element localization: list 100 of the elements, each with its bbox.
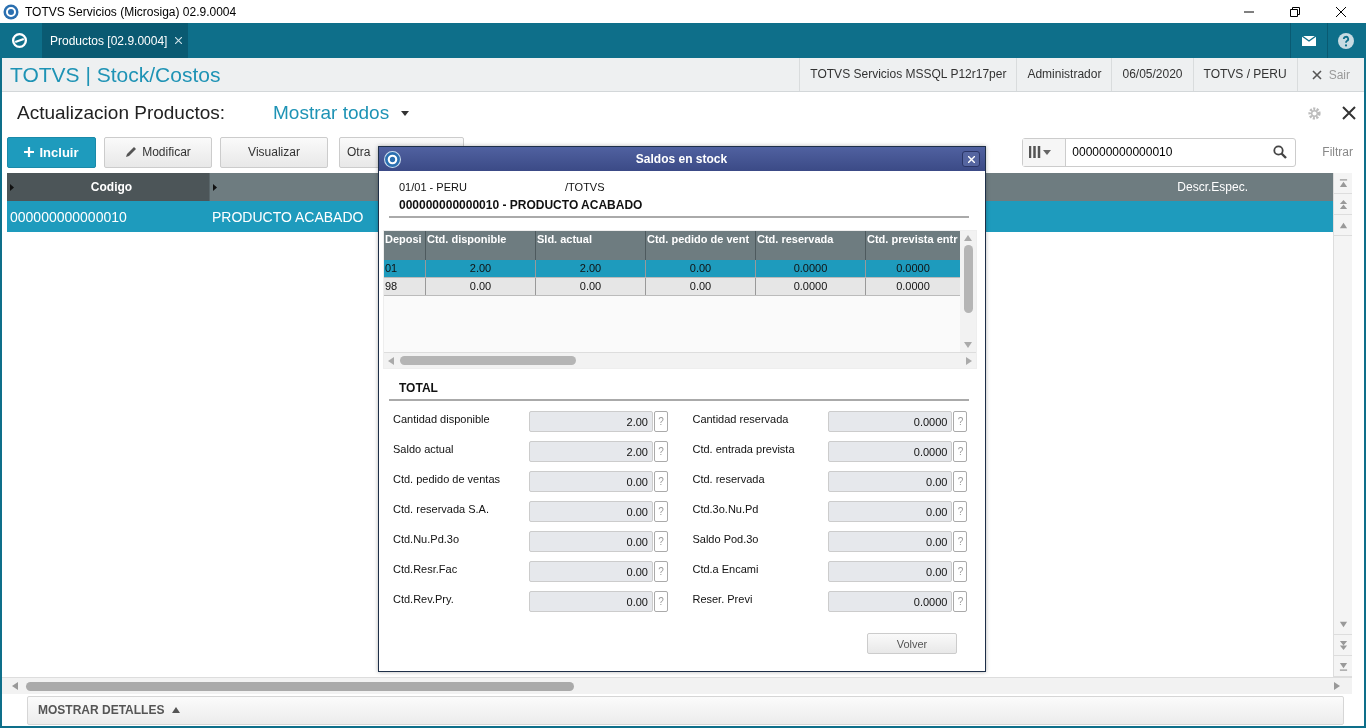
columns-icon[interactable] [1029,146,1052,158]
horizontal-scrollbar[interactable] [2,677,1352,694]
field-label: Ctd. pedido de ventas [393,472,502,485]
totvs-logo-icon[interactable] [11,32,28,49]
value-field[interactable]: 0.00 [529,501,653,522]
help-icon[interactable] [1338,32,1354,49]
session-info: Administrador [1016,58,1112,91]
value-field[interactable]: 0.0000 [828,411,953,432]
window-title: TOTVS Servicios (Microsiga) 02.9.0004 [25,4,237,19]
help-button[interactable]: ? [953,411,968,432]
field-label: Saldo Pod.3o [692,532,760,545]
horizontal-scrollbar[interactable] [384,352,976,368]
scroll-up-icon[interactable] [1338,220,1348,230]
sort-icon [213,183,217,191]
field-label: Ctd.3o.Nu.Pd [692,502,760,515]
company-label: /TOTVS [565,181,605,193]
close-icon[interactable] [1336,6,1346,17]
scroll-up-icon[interactable] [964,235,972,241]
field-label: Ctd. reservada S.A. [393,502,490,515]
scroll-down-icon[interactable] [964,342,972,348]
field-label: Ctd.Resr.Fac [393,562,459,575]
value-field[interactable]: 0.00 [529,591,653,612]
toolbar-button[interactable]: Modificar [104,136,212,168]
caret-icon [172,707,181,713]
column-header[interactable]: Codigo [7,173,210,201]
field-label: Ctd.Rev.Pry. [393,592,455,605]
help-button[interactable]: ? [953,501,968,522]
vertical-scrollbar[interactable] [1333,173,1352,677]
scroll-right-icon[interactable] [1334,682,1340,690]
toolbar-button[interactable]: Visualizar [220,136,328,168]
value-field[interactable]: 0.00 [529,471,653,492]
close-icon [1311,69,1322,80]
caret-icon [401,110,410,116]
field-label: Ctd.a Encami [692,562,760,575]
scroll-right-icon[interactable] [966,356,972,365]
page-up-icon[interactable] [1338,199,1348,209]
session-info: 06/05/2020 [1111,58,1193,91]
page-down-icon[interactable] [1338,640,1348,650]
plus-icon [24,147,35,157]
page-title: Actualizacion Productos: [17,102,227,124]
scroll-top-icon[interactable] [1338,178,1348,188]
field-label: Ctd.Nu.Pd.3o [393,532,461,545]
value-field[interactable]: 0.00 [529,561,653,582]
restore-icon[interactable] [1290,6,1300,17]
scroll-left-icon[interactable] [12,682,18,690]
value-field[interactable]: 0.00 [529,531,653,552]
value-field[interactable]: 0.0000 [828,441,953,462]
vertical-scrollbar[interactable] [960,231,976,352]
search-icon[interactable] [1273,145,1288,159]
help-button[interactable]: ? [654,501,668,522]
value-field[interactable]: 0.00 [828,471,953,492]
field-label: Reser. Previ [692,592,754,605]
field-label: Ctd. entrada prevista [692,442,796,455]
help-button[interactable]: ? [654,561,668,582]
help-button[interactable]: ? [953,441,968,462]
value-field[interactable]: 2.00 [529,441,653,462]
filter-button[interactable]: Filtrar [1322,145,1359,159]
table-row[interactable]: 98 0.00 0.00 0.00 0.0000 0.0000 [384,278,960,296]
sort-icon [10,183,14,191]
app-tab[interactable]: Productos [02.9.0004] [42,23,189,58]
value-field[interactable]: 0.00 [828,501,953,522]
back-button[interactable]: Volver [867,633,957,654]
search-field[interactable]: 000000000000010 [1022,137,1297,167]
app-logo-icon [384,150,401,168]
toolbar-button[interactable]: Incluir [7,136,96,168]
value-field[interactable]: 2.00 [529,411,653,432]
value-field[interactable]: 0.00 [828,561,953,582]
field-label: Cantidad disponible [393,412,491,425]
settings-icon[interactable] [1307,105,1322,121]
help-button[interactable]: ? [953,471,968,492]
product-heading: 000000000000010 - PRODUCTO ACABADO [399,198,644,212]
exit-button[interactable]: Sair [1296,58,1364,91]
module-title: TOTVS | Stock/Costos [10,62,221,87]
help-button[interactable]: ? [654,471,668,492]
scroll-bottom-icon[interactable] [1338,661,1348,671]
scroll-left-icon[interactable] [388,356,394,365]
close-button[interactable] [962,151,980,167]
show-details-button[interactable]: MOSTRAR DETALLES [27,695,1344,725]
help-button[interactable]: ? [953,531,968,552]
session-info: TOTVS Servicios MSSQL P12r17per [799,58,1017,91]
help-button[interactable]: ? [654,531,668,552]
close-icon[interactable] [1342,106,1356,120]
help-button[interactable]: ? [953,591,968,612]
field-label: Saldo actual [393,442,455,455]
help-button[interactable]: ? [654,591,668,612]
view-dropdown[interactable]: Mostrar todos [273,102,410,124]
branch-label: 01/01 - PERU [399,181,468,193]
dialog-title: Saldos en stock [635,152,728,166]
app-logo-icon [3,3,19,20]
field-label: Cantidad reservada [692,412,790,425]
table-row[interactable]: 01 2.00 2.00 0.00 0.0000 0.0000 [384,260,960,278]
scroll-down-icon[interactable] [1338,619,1348,629]
field-label: Ctd. reservada [692,472,766,485]
mail-icon[interactable] [1302,35,1316,46]
help-button[interactable]: ? [654,441,668,462]
help-button[interactable]: ? [953,561,968,582]
value-field[interactable]: 0.0000 [828,591,953,612]
help-button[interactable]: ? [654,411,668,432]
section-heading: TOTAL [399,381,439,395]
value-field[interactable]: 0.00 [828,531,953,552]
